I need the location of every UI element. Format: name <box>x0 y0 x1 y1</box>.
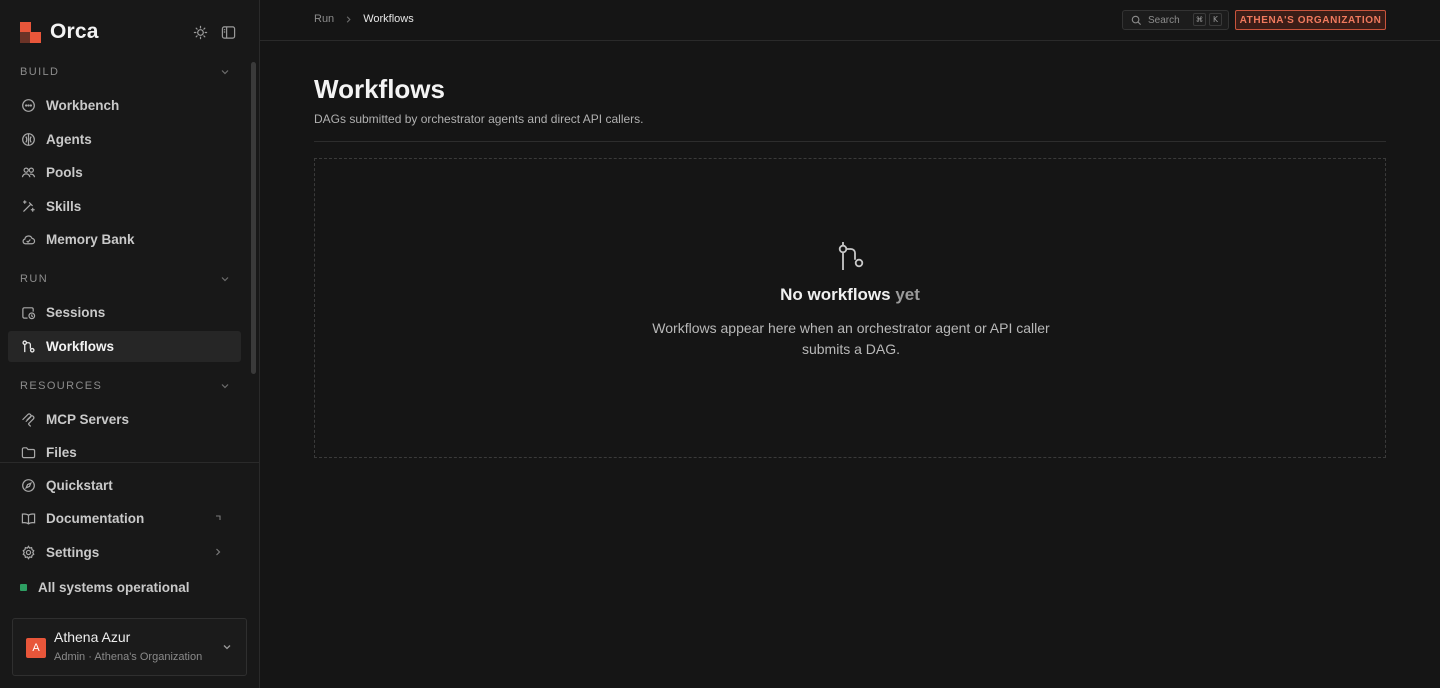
book-icon <box>20 511 36 527</box>
sidebar-nav[interactable]: BUILD Workbench Agents Pools Skills Memo… <box>0 58 248 462</box>
search-icon <box>1131 15 1142 25</box>
sidebar-item-pools[interactable]: Pools <box>8 157 241 188</box>
sidebar-scrollbar[interactable] <box>251 62 256 374</box>
system-status[interactable]: All systems operational <box>20 578 190 596</box>
sidebar-toggle-icon[interactable] <box>220 24 236 40</box>
orca-logo-icon <box>20 21 41 43</box>
chat-bubble-icon <box>20 98 36 114</box>
section-build[interactable]: BUILD <box>20 64 232 80</box>
sidebar-item-files[interactable]: Files <box>8 437 241 462</box>
sidebar-item-quickstart[interactable]: Quickstart <box>8 470 241 501</box>
brand-name: Orca <box>50 20 99 43</box>
brand[interactable]: Orca <box>20 20 99 44</box>
search-placeholder: Search <box>1148 14 1180 26</box>
avatar: A <box>26 638 46 658</box>
workflow-icon <box>838 242 864 270</box>
chevron-down-icon <box>221 277 229 282</box>
sidebar-item-settings[interactable]: Settings <box>8 537 241 568</box>
user-name: Athena Azur <box>54 629 131 645</box>
breadcrumb: Run Workflows <box>314 13 414 25</box>
magic-wand-icon <box>20 199 36 215</box>
section-resources[interactable]: RESOURCES <box>20 378 232 394</box>
sidebar: Orca BUILD Workbench Agents Pools Skills… <box>0 0 260 688</box>
status-dot-icon <box>20 583 27 591</box>
section-run[interactable]: RUN <box>20 271 232 287</box>
chevron-down-icon <box>221 641 233 656</box>
mcp-icon <box>20 412 36 428</box>
empty-state-panel: No workflows yet Workflows appear here w… <box>314 158 1386 458</box>
sidebar-item-skills[interactable]: Skills <box>8 191 241 222</box>
sidebar-item-sessions[interactable]: Sessions <box>8 297 241 328</box>
sidebar-item-documentation[interactable]: Documentation <box>8 503 241 534</box>
empty-state-title: No workflows yet <box>780 285 920 304</box>
breadcrumb-run[interactable]: Run <box>314 13 334 25</box>
chevron-right-icon <box>213 545 223 560</box>
users-icon <box>20 165 36 181</box>
workflow-icon <box>20 339 36 355</box>
chevron-down-icon <box>221 384 229 389</box>
search-shortcut: ⌘ K <box>1193 13 1222 26</box>
compass-icon <box>20 478 36 494</box>
shortcut-k-key: K <box>1209 13 1222 26</box>
shortcut-cmd-key: ⌘ <box>1193 13 1206 26</box>
sidebar-item-workflows[interactable]: Workflows <box>8 331 241 362</box>
sun-icon[interactable] <box>192 24 208 40</box>
session-clock-icon <box>20 305 36 321</box>
brain-icon <box>20 132 36 148</box>
sidebar-item-workbench[interactable]: Workbench <box>8 90 241 121</box>
chevron-down-icon <box>221 70 229 75</box>
user-menu[interactable]: A Athena Azur Admin · Athena's Organizat… <box>12 618 247 676</box>
header-divider <box>314 141 1386 142</box>
page-subtitle: DAGs submitted by orchestrator agents an… <box>314 112 644 126</box>
sidebar-divider <box>0 462 259 463</box>
sidebar-item-mcp-servers[interactable]: MCP Servers <box>8 404 241 435</box>
topbar: Run Workflows Search ⌘ K ATHENA'S ORGANI… <box>260 0 1440 41</box>
breadcrumb-workflows: Workflows <box>363 13 414 25</box>
cloud-icon <box>20 232 36 248</box>
sidebar-item-agents[interactable]: Agents <box>8 124 241 155</box>
empty-state-description: Workflows appear here when an orchestrat… <box>652 320 1050 357</box>
sidebar-item-memory-bank[interactable]: Memory Bank <box>8 224 241 255</box>
chevron-right-icon <box>344 15 353 24</box>
search-input[interactable]: Search ⌘ K <box>1122 10 1229 30</box>
folder-icon <box>20 445 36 461</box>
sidebar-tools <box>192 24 236 40</box>
page-title: Workflows <box>314 74 445 104</box>
external-link-icon <box>213 511 223 526</box>
org-switcher-badge[interactable]: ATHENA'S ORGANIZATION <box>1235 10 1386 30</box>
user-role: Admin · Athena's Organization <box>54 651 203 663</box>
gear-icon <box>20 545 36 561</box>
